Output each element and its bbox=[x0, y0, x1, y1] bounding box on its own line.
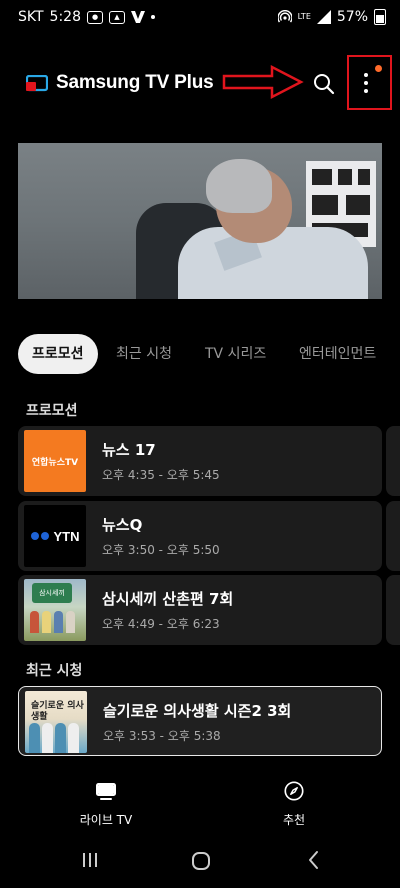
tab-promotion[interactable]: 프로모션 bbox=[18, 334, 98, 374]
ytn-logo-dot bbox=[30, 532, 39, 540]
gallery-notification-icon: ▲ bbox=[109, 10, 125, 24]
program-time: 오후 3:50 - 오후 5:50 bbox=[102, 543, 220, 557]
thumbnail-figure bbox=[30, 611, 39, 633]
brand-title: Samsung TV Plus bbox=[56, 72, 214, 93]
tab-recent[interactable]: 최근 시청 bbox=[116, 334, 172, 374]
program-time: 오후 3:53 - 오후 5:38 bbox=[103, 729, 221, 743]
program-title: 뉴스 17 bbox=[102, 441, 156, 459]
nav-label: 추천 bbox=[282, 813, 306, 827]
tab-entertainment[interactable]: 엔터테인먼트 bbox=[299, 334, 376, 374]
tv-plus-logo-icon bbox=[26, 74, 48, 91]
ytn-logo-dot bbox=[40, 532, 49, 540]
channel-card[interactable]: 연합뉴스TV 뉴스 17 오후 4:35 - 오후 5:45 bbox=[18, 426, 382, 496]
clock: 5:28 bbox=[49, 9, 81, 25]
more-notifications-icon bbox=[151, 15, 155, 19]
bottom-navigation: 라이브 TV 추천 bbox=[0, 772, 400, 832]
more-vertical-icon bbox=[364, 73, 368, 97]
hero-person-hair bbox=[206, 159, 272, 213]
nav-label: 라이브 TV bbox=[79, 813, 133, 827]
battery-percent: 57% bbox=[336, 9, 368, 25]
channel-card-selected[interactable]: 슬기로운 의사생활 슬기로운 의사생활 시즌2 3회 오후 3:53 - 오후 … bbox=[18, 686, 382, 756]
section-title-promotion: 프로모션 bbox=[26, 403, 78, 419]
hero-banner[interactable] bbox=[18, 143, 382, 299]
search-button[interactable] bbox=[310, 70, 338, 98]
thumbnail-figure bbox=[42, 611, 51, 633]
system-navigation bbox=[0, 836, 400, 888]
thumbnail-figure bbox=[55, 723, 66, 753]
lte-label: LTE bbox=[297, 12, 311, 21]
back-icon[interactable] bbox=[306, 850, 322, 870]
more-menu-button[interactable] bbox=[347, 55, 392, 110]
signal-icon bbox=[316, 10, 331, 24]
channel-thumbnail: 슬기로운 의사생활 bbox=[25, 691, 87, 753]
section-title-recent: 최근 시청 bbox=[26, 663, 83, 679]
v-app-notification-icon bbox=[131, 11, 145, 23]
status-bar: SKT 5:28 ● ▲ LTE 57% bbox=[0, 0, 400, 36]
status-left: SKT 5:28 ● ▲ bbox=[18, 9, 155, 25]
next-card-edge[interactable] bbox=[386, 426, 400, 496]
hotspot-icon bbox=[277, 10, 292, 23]
home-icon[interactable] bbox=[190, 850, 212, 872]
thumbnail-figure bbox=[54, 611, 63, 633]
talk-notification-icon: ● bbox=[87, 10, 103, 24]
channel-thumbnail: 삼시세끼 bbox=[24, 579, 86, 641]
nav-live-tv[interactable]: 라이브 TV bbox=[46, 780, 166, 828]
next-card-edge[interactable] bbox=[386, 501, 400, 571]
thumbnail-logo-text: 연합뉴스TV bbox=[31, 457, 79, 468]
thumbnail-figure bbox=[66, 611, 75, 633]
status-right: LTE 57% bbox=[277, 9, 386, 25]
red-arrow-icon bbox=[222, 64, 304, 100]
search-icon bbox=[314, 74, 335, 95]
program-time: 오후 4:49 - 오후 6:23 bbox=[102, 617, 220, 631]
program-title: 슬기로운 의사생활 시즌2 3회 bbox=[103, 702, 292, 720]
nav-recommend[interactable]: 추천 bbox=[234, 780, 354, 828]
thumbnail-figure bbox=[42, 723, 53, 753]
program-time: 오후 4:35 - 오후 5:45 bbox=[102, 468, 220, 482]
channel-thumbnail: 연합뉴스TV bbox=[24, 430, 86, 492]
channel-card[interactable]: 삼시세끼 삼시세끼 산촌편 7회 오후 4:49 - 오후 6:23 bbox=[18, 575, 382, 645]
thumbnail-figure bbox=[29, 723, 40, 753]
channel-thumbnail: YTN bbox=[24, 505, 86, 567]
thumbnail-logo-text: 삼시세끼 bbox=[32, 583, 72, 603]
program-title: 뉴스Q bbox=[102, 516, 143, 534]
compass-icon bbox=[284, 781, 304, 801]
carrier-label: SKT bbox=[18, 9, 44, 25]
app-header: Samsung TV Plus bbox=[0, 50, 400, 114]
channel-card[interactable]: YTN 뉴스Q 오후 3:50 - 오후 5:50 bbox=[18, 501, 382, 571]
tab-tv-series[interactable]: TV 시리즈 bbox=[205, 334, 266, 374]
thumbnail-logo-text: YTN bbox=[53, 528, 80, 544]
next-card-edge[interactable] bbox=[386, 575, 400, 645]
brand: Samsung TV Plus bbox=[26, 72, 214, 94]
thumbnail-figure bbox=[68, 723, 79, 753]
recents-icon[interactable] bbox=[80, 850, 100, 870]
tv-icon bbox=[96, 783, 116, 800]
notification-dot bbox=[375, 65, 382, 72]
thumbnail-logo-text: 슬기로운 의사생활 bbox=[31, 701, 84, 722]
battery-icon bbox=[374, 9, 386, 25]
program-title: 삼시세끼 산촌편 7회 bbox=[102, 590, 234, 608]
category-tabs: 프로모션 최근 시청 TV 시리즈 엔터테인먼트 bbox=[0, 334, 400, 374]
